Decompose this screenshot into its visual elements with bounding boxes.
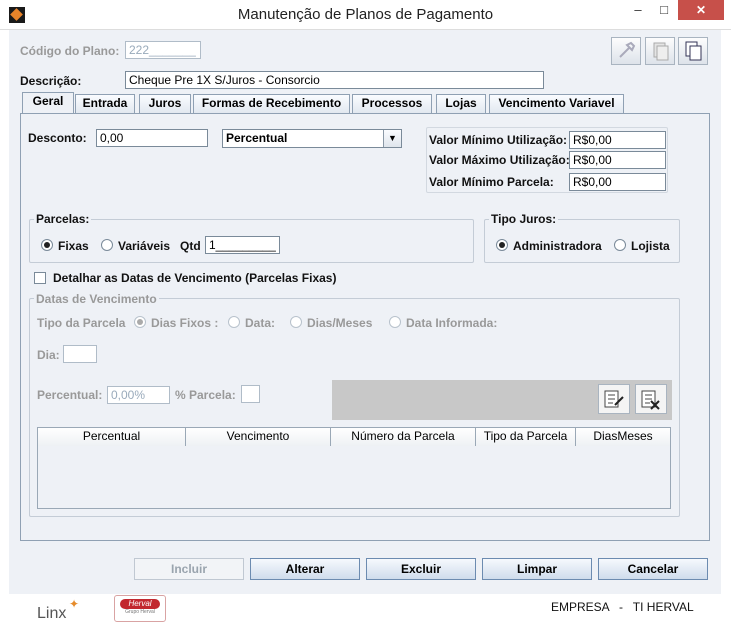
edit-list-icon — [604, 390, 624, 408]
variaveis-label: Variáveis — [118, 239, 171, 253]
percentual-field[interactable]: 0,00% — [107, 386, 170, 404]
detalhar-label: Detalhar as Datas de Vencimento (Parcela… — [53, 271, 337, 285]
maximize-button[interactable]: □ — [654, 0, 674, 22]
dias-fixos-label: Dias Fixos : — [151, 316, 219, 330]
valor-max-util-field[interactable]: R$0,00 — [569, 151, 666, 169]
delete-list-icon — [641, 390, 660, 410]
valor-min-util-field[interactable]: R$0,00 — [569, 131, 666, 149]
wrench-icon — [619, 41, 636, 58]
add-row-button[interactable] — [598, 384, 630, 414]
variaveis-radio[interactable] — [101, 239, 113, 251]
cancelar-button[interactable]: Cancelar — [598, 558, 708, 580]
dias-fixos-radio[interactable] — [134, 316, 146, 328]
column-header-vencimento[interactable]: Vencimento — [186, 428, 331, 446]
data-label: Data: — [245, 316, 276, 330]
percent-sign: % — [175, 388, 186, 402]
valor-min-util-label: Valor Mínimo Utilização: — [429, 133, 568, 147]
document-icon — [685, 41, 702, 61]
column-header-tipo-parcela[interactable]: Tipo da Parcela — [476, 428, 576, 446]
title-bar: Manutenção de Planos de Pagamento – □ ✕ — [0, 0, 731, 30]
empresa-status: EMPRESA - TI HERVAL — [551, 600, 694, 614]
desconto-tipo-select[interactable]: Percentual ▼ — [222, 129, 402, 148]
column-header-dias-meses[interactable]: DiasMeses — [576, 428, 670, 446]
descricao-field[interactable]: Cheque Pre 1X S/Juros - Consorcio — [125, 71, 544, 89]
tab-geral[interactable]: Geral — [22, 92, 74, 114]
minimize-button[interactable]: – — [628, 0, 648, 22]
tab-formas-recebimento[interactable]: Formas de Recebimento — [193, 94, 350, 113]
data-radio[interactable] — [228, 316, 240, 328]
remove-row-button[interactable] — [635, 384, 667, 414]
alterar-button[interactable]: Alterar — [250, 558, 360, 580]
valor-min-parcela-label: Valor Mínimo Parcela: — [429, 175, 554, 189]
lojista-radio[interactable] — [614, 239, 626, 251]
desconto-label: Desconto: — [28, 131, 87, 145]
dia-label: Dia: — [37, 348, 60, 362]
datas-vencimento-title: Datas de Vencimento — [34, 292, 159, 306]
administradora-radio[interactable] — [496, 239, 508, 251]
toolbar-new-doc-button[interactable] — [678, 37, 708, 65]
copy-icon — [653, 42, 669, 61]
chevron-down-icon[interactable]: ▼ — [383, 130, 401, 147]
dias-meses-radio[interactable] — [290, 316, 302, 328]
limpar-button[interactable]: Limpar — [482, 558, 592, 580]
parcela-label: Parcela: — [189, 388, 236, 402]
incluir-button[interactable]: Incluir — [134, 558, 244, 580]
detalhar-checkbox[interactable] — [34, 272, 46, 284]
column-header-percentual[interactable]: Percentual — [38, 428, 186, 446]
fixas-radio[interactable] — [41, 239, 53, 251]
lojista-label: Lojista — [631, 239, 670, 253]
tab-entrada[interactable]: Entrada — [75, 94, 135, 113]
linx-spark-icon: ✦ — [69, 597, 80, 611]
administradora-label: Administradora — [513, 239, 602, 253]
tab-processos[interactable]: Processos — [352, 94, 432, 113]
column-header-numero-parcela[interactable]: Número da Parcela — [331, 428, 476, 446]
tipo-parcela-label: Tipo da Parcela — [37, 316, 126, 330]
tab-lojas[interactable]: Lojas — [436, 94, 486, 113]
desconto-field[interactable]: 0,00 — [96, 129, 208, 147]
tab-juros[interactable]: Juros — [139, 94, 191, 113]
linx-logo: Linx ✦ — [37, 597, 80, 622]
excluir-button[interactable]: Excluir — [366, 558, 476, 580]
desconto-tipo-value: Percentual — [226, 131, 288, 145]
dia-field[interactable] — [63, 345, 97, 363]
percentual-label: Percentual: — [37, 388, 103, 402]
parcelas-title: Parcelas: — [34, 212, 92, 226]
codigo-label: Código do Plano: — [20, 44, 120, 58]
parcela-field[interactable] — [241, 385, 260, 403]
tipo-juros-title: Tipo Juros: — [489, 212, 559, 226]
data-informada-radio[interactable] — [389, 316, 401, 328]
qtd-label: Qtd — [180, 239, 201, 253]
herval-logo: Herval Grupo Herval — [114, 595, 166, 622]
dias-meses-label: Dias/Meses — [307, 316, 373, 330]
valor-max-util-label: Valor Máximo Utilização: — [429, 153, 570, 167]
fixas-label: Fixas — [58, 239, 89, 253]
toolbar-copy-button[interactable] — [645, 37, 675, 65]
descricao-label: Descrição: — [20, 74, 82, 88]
data-informada-label: Data Informada: — [406, 316, 498, 330]
tab-vencimento-variavel[interactable]: Vencimento Variavel — [489, 94, 624, 113]
codigo-field[interactable]: 222_______ — [125, 41, 201, 59]
window-title: Manutenção de Planos de Pagamento — [237, 6, 494, 23]
qtd-field[interactable]: 1_________ — [205, 236, 280, 254]
toolbar-tool-button[interactable] — [611, 37, 641, 65]
close-button[interactable]: ✕ — [678, 0, 724, 20]
valor-min-parcela-field[interactable]: R$0,00 — [569, 173, 666, 191]
